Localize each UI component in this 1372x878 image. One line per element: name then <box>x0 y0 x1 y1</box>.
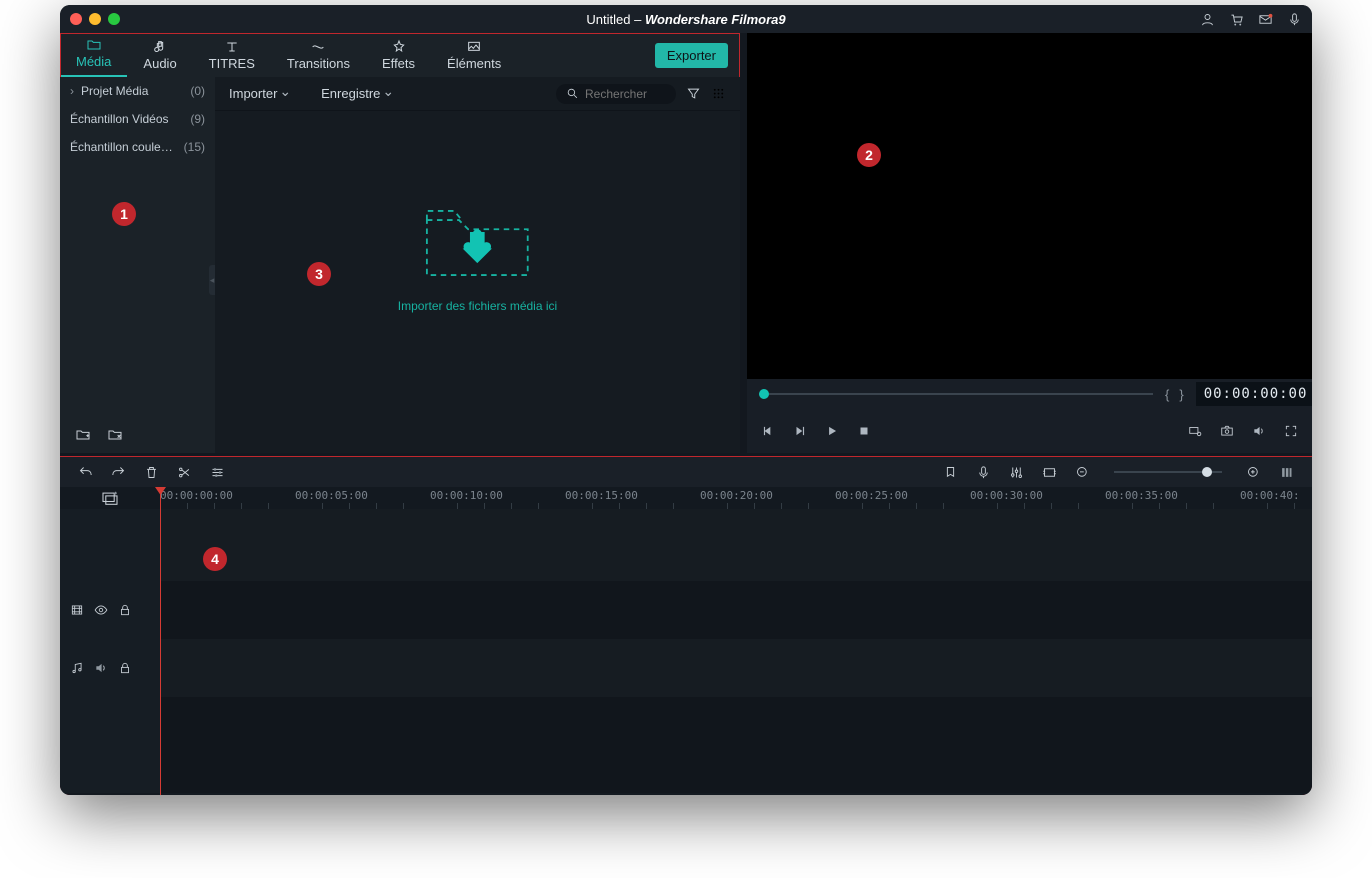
ruler-tick: 00:00:30:00 <box>970 489 1043 502</box>
playhead[interactable] <box>160 487 161 795</box>
split-icon[interactable] <box>177 465 192 480</box>
lock-icon[interactable] <box>118 661 132 675</box>
mark-in-icon[interactable]: { <box>1165 387 1169 402</box>
redo-icon[interactable] <box>111 465 126 480</box>
search-input[interactable] <box>585 87 665 101</box>
volume-icon[interactable] <box>1252 424 1266 438</box>
timeline-toolbar <box>60 457 1312 487</box>
zoom-out-icon[interactable] <box>1075 465 1090 480</box>
overlay-track-lane[interactable] <box>160 509 1312 581</box>
zoom-slider[interactable] <box>1114 471 1222 473</box>
video-track-lane[interactable] <box>160 581 1312 639</box>
mark-out-icon[interactable]: } <box>1179 387 1183 402</box>
snapshot-icon[interactable] <box>1220 424 1234 438</box>
zoom-in-icon[interactable] <box>1246 465 1261 480</box>
timeline[interactable]: 00:00:00:00 00:00:05:00 00:00:10:00 00:00:1… <box>60 487 1312 795</box>
cart-icon[interactable] <box>1229 12 1244 27</box>
mic-icon[interactable] <box>1287 12 1302 27</box>
annotation-badge-1: 1 <box>112 202 136 226</box>
undo-icon[interactable] <box>78 465 93 480</box>
mail-icon[interactable] <box>1258 12 1273 27</box>
media-toolbar: Importer Enregistre <box>215 77 740 111</box>
lock-icon[interactable] <box>118 603 132 617</box>
annotation-badge-3: 3 <box>307 262 331 286</box>
upper-region: Média Audio TITRES Transitions Effets Él… <box>60 33 1312 453</box>
record-dropdown[interactable]: Enregistre <box>321 85 394 102</box>
annotation-badge-2: 2 <box>857 143 881 167</box>
sidebar-item-project-media[interactable]: › Projet Média(0) <box>60 77 215 105</box>
annotation-badge-4: 4 <box>203 547 227 571</box>
dropzone-label: Importer des fichiers média ici <box>398 299 557 313</box>
import-dropzone[interactable]: Importer des fichiers média ici <box>398 201 557 313</box>
audio-mixer-icon[interactable] <box>1009 465 1024 480</box>
ruler-tick: 00:00:00:00 <box>160 489 233 502</box>
empty-lane-head <box>60 697 160 793</box>
ruler-tick: 00:00:20:00 <box>700 489 773 502</box>
search-box[interactable] <box>556 84 676 104</box>
media-sidebar: › Projet Média(0) Échantillon Vidéos(9) … <box>60 77 215 453</box>
overlay-track-head[interactable] <box>60 509 160 581</box>
account-icon[interactable] <box>1200 12 1215 27</box>
edit-tools-icon[interactable] <box>210 465 225 480</box>
sidebar-resize-handle[interactable]: ◂ <box>209 265 215 295</box>
add-track-button[interactable] <box>60 487 160 509</box>
search-icon <box>566 87 579 100</box>
zoom-to-fit-icon[interactable] <box>1279 465 1294 480</box>
zoom-thumb[interactable] <box>1202 467 1212 477</box>
window-title: Untitled – Wondershare Filmora9 <box>60 12 1312 27</box>
visibility-icon[interactable] <box>94 603 108 617</box>
filter-icon[interactable] <box>686 86 701 101</box>
sidebar-item-sample-colors[interactable]: Échantillon coule…(15) <box>60 133 215 161</box>
timeline-ruler[interactable]: 00:00:00:00 00:00:05:00 00:00:10:00 00:00:1… <box>160 487 1312 509</box>
play-icon[interactable] <box>825 424 839 438</box>
scrubber-thumb[interactable] <box>759 389 769 399</box>
ruler-tick: 00:00:05:00 <box>295 489 368 502</box>
import-dropdown[interactable]: Importer <box>229 85 291 102</box>
ruler-tick: 00:00:15:00 <box>565 489 638 502</box>
titlebar[interactable]: Untitled – Wondershare Filmora9 <box>60 5 1312 33</box>
ruler-tick: 00:00:10:00 <box>430 489 503 502</box>
filmstrip-icon <box>70 603 84 617</box>
ruler-tick: 00:00:35:00 <box>1105 489 1178 502</box>
empty-lane[interactable] <box>160 697 1312 793</box>
play-forward-icon[interactable] <box>793 424 807 438</box>
preview-scrubber[interactable] <box>759 393 1153 395</box>
sidebar-item-sample-videos[interactable]: Échantillon Vidéos(9) <box>60 105 215 133</box>
preview-scrubber-row: { } 00:00:00:00 <box>747 379 1312 409</box>
preview-panel: 2 { } 00:00:00:00 <box>747 33 1312 453</box>
voiceover-icon[interactable] <box>976 465 991 480</box>
chevron-right-icon: › <box>70 84 78 98</box>
stop-icon[interactable] <box>857 424 871 438</box>
media-panel: › Projet Média(0) Échantillon Vidéos(9) … <box>60 77 740 453</box>
ruler-tick: 00:00:25:00 <box>835 489 908 502</box>
view-options-icon[interactable] <box>711 86 726 101</box>
mute-icon[interactable] <box>94 661 108 675</box>
media-browser: ◂ Importer Enregistre 3 <box>215 77 740 453</box>
delete-icon[interactable] <box>144 465 159 480</box>
ruler-tick: 00:00:40: <box>1240 489 1300 502</box>
step-back-icon[interactable] <box>761 424 775 438</box>
new-folder-icon[interactable] <box>74 427 92 443</box>
delete-folder-icon[interactable] <box>106 427 124 443</box>
app-window: Untitled – Wondershare Filmora9 Média Au… <box>60 5 1312 795</box>
marker-icon[interactable] <box>943 465 958 480</box>
music-note-icon <box>70 661 84 675</box>
video-track-head[interactable] <box>60 581 160 639</box>
audio-track-lane[interactable] <box>160 639 1312 697</box>
preview-controls <box>747 409 1312 453</box>
preview-timecode: 00:00:00:00 <box>1196 382 1312 406</box>
audio-track-head[interactable] <box>60 639 160 697</box>
fullscreen-icon[interactable] <box>1284 424 1298 438</box>
playback-quality-icon[interactable] <box>1188 424 1202 438</box>
render-preview-icon[interactable] <box>1042 465 1057 480</box>
dropzone-folder-icon <box>422 201 532 285</box>
